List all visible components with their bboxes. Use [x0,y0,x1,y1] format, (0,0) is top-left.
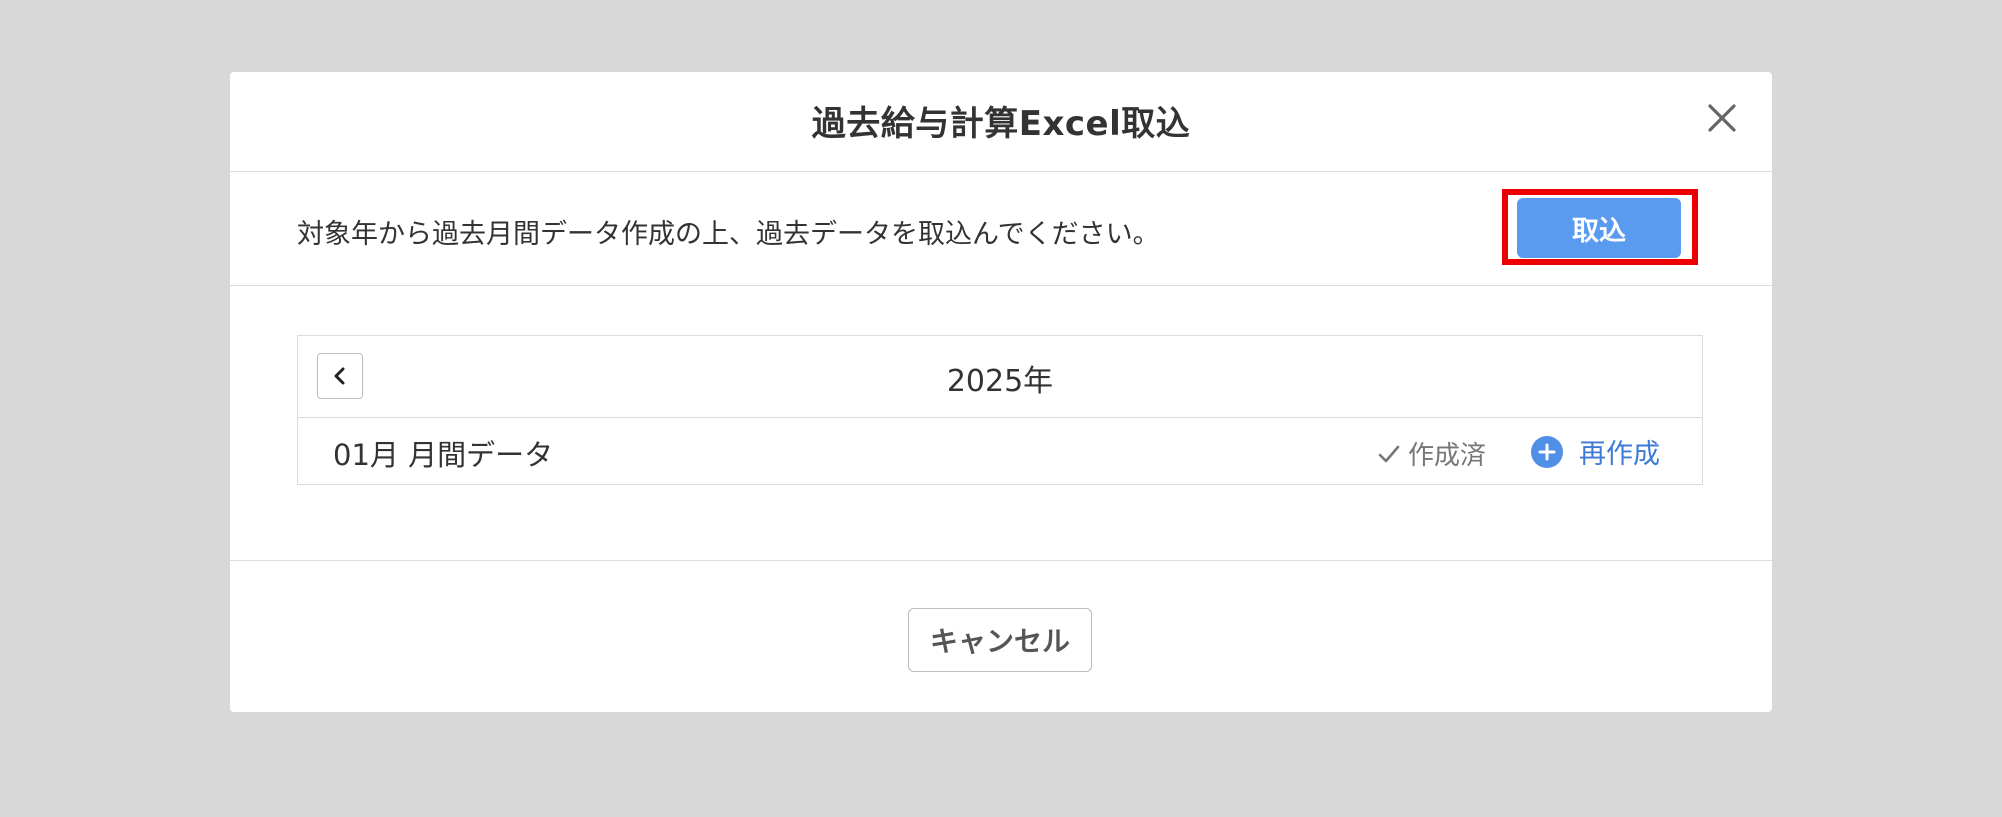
close-icon [1708,104,1736,132]
recreate-label: 再作成 [1579,439,1660,470]
dialog-footer: キャンセル [230,560,1772,712]
import-button[interactable]: 取込 [1517,198,1681,258]
status-label: 作成済 [1408,441,1487,471]
month-label: 01月 月間データ [333,438,554,472]
cancel-button[interactable]: キャンセル [908,608,1092,672]
instruction-text: 対象年から過去月間データ作成の上、過去データを取込んでください。 [297,219,1160,250]
dialog-header: 過去給与計算Excel取込 [230,72,1772,172]
year-label: 2025年 [946,364,1054,399]
recreate-button[interactable]: 再作成 [1531,432,1660,471]
year-panel: 2025年 01月 月間データ 作成済 再作成 [297,335,1703,485]
dialog-title: 過去給与計算Excel取込 [811,104,1191,144]
status-badge: 作成済 [1376,435,1486,472]
plus-circle-icon [1531,435,1563,468]
year-header: 2025年 [298,336,1702,418]
close-button[interactable] [1704,100,1740,136]
month-row: 01月 月間データ 作成済 再作成 [298,418,1702,484]
import-dialog: 過去給与計算Excel取込 対象年から過去月間データ作成の上、過去データを取込ん… [230,72,1772,712]
action-row: 対象年から過去月間データ作成の上、過去データを取込んでください。 取込 [230,172,1772,286]
check-icon [1378,445,1400,462]
